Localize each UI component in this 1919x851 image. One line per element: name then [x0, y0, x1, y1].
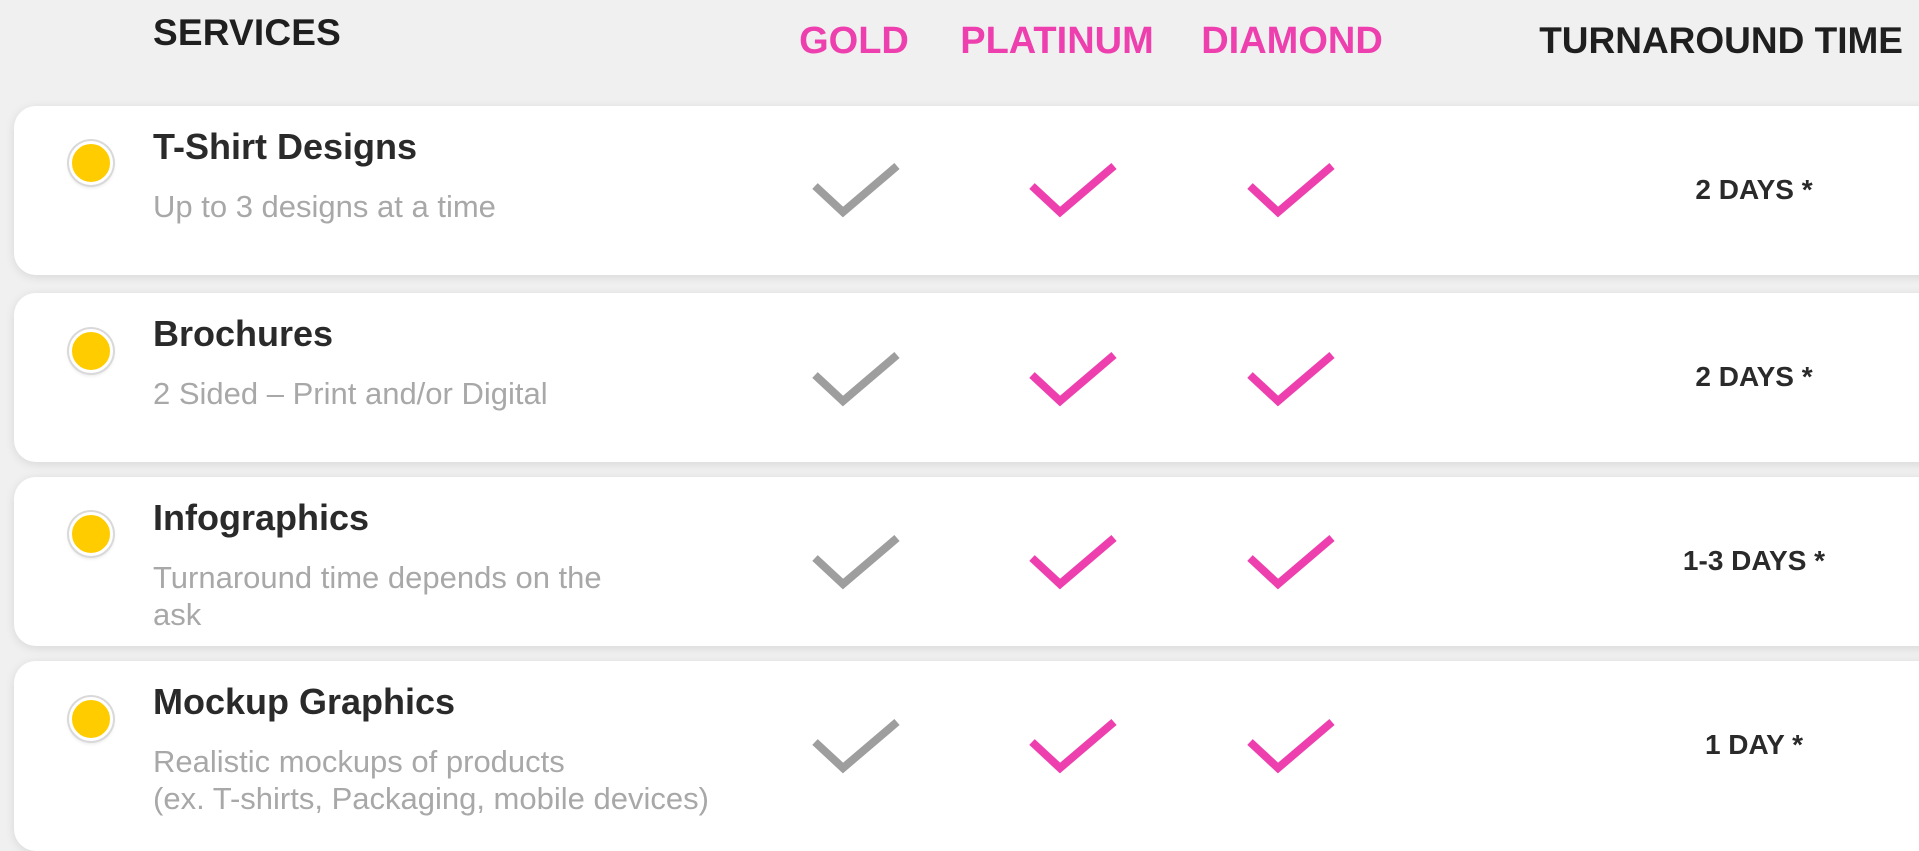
service-title: T-Shirt Designs	[153, 126, 418, 167]
gold-check-icon	[807, 526, 903, 598]
gold-check-icon	[807, 710, 903, 782]
turnaround-column-header: TURNAROUND TIME	[1539, 20, 1903, 61]
service-description: 2 Sided – Print and/or Digital	[153, 375, 548, 412]
service-description-line: 2 Sided – Print and/or Digital	[153, 376, 548, 411]
service-description-line: Up to 3 designs at a time	[153, 189, 496, 224]
diamond-check-icon	[1242, 343, 1338, 415]
platinum-check-icon	[1024, 710, 1120, 782]
service-description: Up to 3 designs at a time	[153, 188, 496, 225]
platinum-check-icon	[1024, 154, 1120, 226]
bullet-dot-icon	[69, 141, 113, 185]
diamond-check-icon	[1242, 710, 1338, 782]
service-title: Brochures	[153, 313, 334, 354]
service-description: Turnaround time depends on the ask	[153, 559, 602, 633]
service-row-infographics: Infographics Turnaround time depends on …	[14, 477, 1919, 646]
table-header: SERVICES GOLD PLATINUM DIAMOND TURNAROUN…	[0, 0, 1919, 100]
services-column-header: SERVICES	[153, 12, 342, 53]
bullet-dot-icon	[69, 697, 113, 741]
diamond-check-icon	[1242, 526, 1338, 598]
turnaround-time: 2 DAYS *	[1695, 174, 1813, 205]
service-description: Realistic mockups of products (ex. T-shi…	[153, 743, 709, 817]
diamond-plan-header: DIAMOND	[1201, 20, 1383, 62]
platinum-check-icon	[1024, 343, 1120, 415]
service-row-brochures: Brochures 2 Sided – Print and/or Digital…	[14, 293, 1919, 462]
diamond-check-icon	[1242, 154, 1338, 226]
bullet-dot-icon	[69, 512, 113, 556]
service-description-line: ask	[153, 597, 202, 632]
platinum-check-icon	[1024, 526, 1120, 598]
turnaround-time: 1-3 DAYS *	[1682, 545, 1826, 576]
bullet-dot-icon	[69, 329, 113, 373]
turnaround-time: 2 DAYS *	[1695, 361, 1813, 392]
service-description-line: Realistic mockups of products	[153, 744, 565, 779]
service-title: Infographics	[153, 497, 370, 538]
platinum-plan-header: PLATINUM	[960, 20, 1154, 62]
service-row-tshirt-designs: T-Shirt Designs Up to 3 designs at a tim…	[14, 106, 1919, 275]
service-description-line: (ex. T-shirts, Packaging, mobile devices…	[153, 781, 709, 816]
gold-check-icon	[807, 343, 903, 415]
gold-check-icon	[807, 154, 903, 226]
service-title: Mockup Graphics	[153, 681, 456, 722]
turnaround-time: 1 DAY *	[1704, 729, 1804, 760]
service-row-mockup-graphics: Mockup Graphics Realistic mockups of pro…	[14, 661, 1919, 851]
service-description-line: Turnaround time depends on the	[153, 560, 602, 595]
